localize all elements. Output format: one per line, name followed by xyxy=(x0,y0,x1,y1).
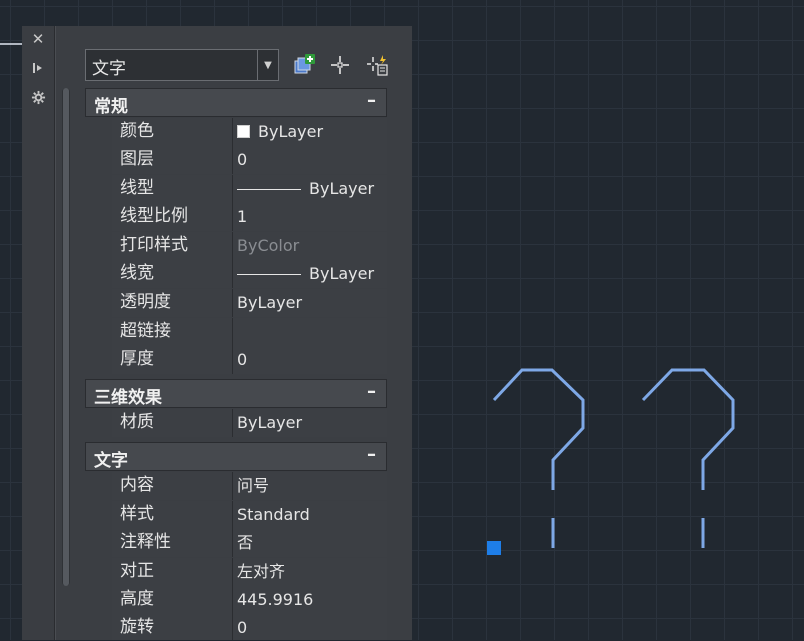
question-mark-glyph-2[interactable] xyxy=(641,368,735,548)
property-label: 样式 xyxy=(112,501,233,529)
property-label: 厚度 xyxy=(112,346,233,374)
property-label: 高度 xyxy=(112,586,233,614)
close-icon[interactable]: ✕ xyxy=(26,28,50,50)
select-objects-icon[interactable] xyxy=(327,52,353,78)
property-value[interactable]: ByLayer xyxy=(233,409,387,437)
property-value[interactable]: ByLayer xyxy=(233,260,387,288)
property-row-lineweight[interactable]: 线宽 ByLayer xyxy=(112,260,387,288)
property-value[interactable] xyxy=(233,318,387,346)
property-label: 打印样式 xyxy=(112,232,233,260)
property-label: 透明度 xyxy=(112,289,233,317)
linetype-value: ByLayer xyxy=(309,179,375,198)
property-row-thickness[interactable]: 厚度 0 xyxy=(112,346,387,374)
property-label: 线型 xyxy=(112,175,233,203)
property-row-color[interactable]: 颜色 ByLayer xyxy=(112,118,387,146)
section-title: 三维效果 xyxy=(94,388,162,408)
add-selection-icon[interactable] xyxy=(291,52,317,78)
section-general-gutter xyxy=(85,117,112,376)
property-row-linetype[interactable]: 线型 ByLayer xyxy=(112,175,387,203)
settings-icon[interactable] xyxy=(26,86,50,108)
property-row-style[interactable]: 样式 Standard xyxy=(112,501,387,529)
property-label: 线宽 xyxy=(112,260,233,288)
property-label: 材质 xyxy=(112,409,233,437)
property-row-rotation[interactable]: 旋转 0 xyxy=(112,614,387,640)
collapse-icon[interactable]: – xyxy=(367,90,376,111)
palette-side-strip: ✕ xyxy=(22,26,55,640)
chevron-down-icon[interactable]: ▼ xyxy=(257,50,278,80)
property-value[interactable]: 445.9916 xyxy=(233,586,387,614)
property-row-height[interactable]: 高度 445.9916 xyxy=(112,586,387,614)
quick-select-icon[interactable] xyxy=(364,52,390,78)
property-row-contents[interactable]: 内容 问号 xyxy=(112,472,387,500)
lineweight-preview-icon xyxy=(237,274,301,275)
lineweight-value: ByLayer xyxy=(309,264,375,283)
property-label: 颜色 xyxy=(112,118,233,146)
section-title: 文字 xyxy=(94,451,128,471)
property-label: 线型比例 xyxy=(112,203,233,231)
property-label: 注释性 xyxy=(112,529,233,557)
property-row-transparency[interactable]: 透明度 ByLayer xyxy=(112,289,387,317)
object-type-select[interactable]: 文字 ▼ xyxy=(85,49,279,81)
property-value[interactable]: 0 xyxy=(233,146,387,174)
property-label: 超链接 xyxy=(112,318,233,346)
property-label: 图层 xyxy=(112,146,233,174)
property-label: 对正 xyxy=(112,558,233,586)
color-swatch-icon xyxy=(237,125,250,138)
property-row-annotative[interactable]: 注释性 否 xyxy=(112,529,387,557)
property-value[interactable]: 问号 xyxy=(233,472,387,500)
collapse-icon[interactable]: – xyxy=(367,444,376,465)
scrollbar-thumb[interactable] xyxy=(63,88,69,586)
property-label: 旋转 xyxy=(112,614,233,640)
autohide-icon[interactable] xyxy=(26,57,50,79)
property-row-material[interactable]: 材质 ByLayer xyxy=(112,409,387,437)
property-value[interactable]: ByLayer xyxy=(233,175,387,203)
section-3d-gutter xyxy=(85,408,112,438)
property-label: 内容 xyxy=(112,472,233,500)
property-value: ByColor xyxy=(233,232,387,260)
section-3d-header[interactable]: 三维效果 – xyxy=(85,379,387,408)
property-row-linetype-scale[interactable]: 线型比例 1 xyxy=(112,203,387,231)
property-value[interactable]: 0 xyxy=(233,346,387,374)
color-value: ByLayer xyxy=(258,122,324,141)
property-row-plot-style[interactable]: 打印样式 ByColor xyxy=(112,232,387,260)
insertion-grip[interactable] xyxy=(487,541,501,555)
property-row-layer[interactable]: 图层 0 xyxy=(112,146,387,174)
property-row-hyperlink[interactable]: 超链接 xyxy=(112,318,387,346)
property-value[interactable]: 1 xyxy=(233,203,387,231)
section-general-header[interactable]: 常规 – xyxy=(85,88,387,117)
palette-scrollbar[interactable] xyxy=(62,88,70,586)
linetype-preview-icon xyxy=(237,189,301,190)
property-value[interactable]: ByLayer xyxy=(233,289,387,317)
object-type-value: 文字 xyxy=(92,59,126,79)
property-value[interactable]: ByLayer xyxy=(233,118,387,146)
property-value[interactable]: 左对齐 xyxy=(233,558,387,586)
section-text-header[interactable]: 文字 – xyxy=(85,442,387,471)
property-row-justify[interactable]: 对正 左对齐 xyxy=(112,558,387,586)
property-value[interactable]: 0 xyxy=(233,614,387,640)
collapse-icon[interactable]: – xyxy=(367,381,376,402)
property-value[interactable]: Standard xyxy=(233,501,387,529)
question-mark-glyph-1[interactable] xyxy=(492,368,585,548)
property-value[interactable]: 否 xyxy=(233,529,387,557)
section-text-gutter xyxy=(85,471,112,640)
section-title: 常规 xyxy=(94,97,128,117)
